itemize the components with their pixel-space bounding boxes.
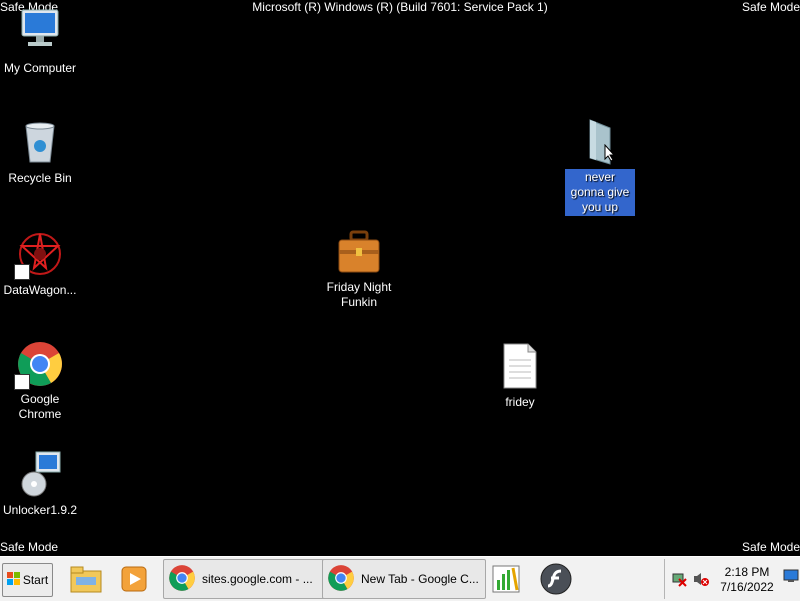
safe-mode-bottom-right: Safe Mode xyxy=(741,540,800,554)
briefcase-icon xyxy=(335,228,383,276)
media-player-taskbar-icon[interactable] xyxy=(116,561,152,597)
desktop-icon-datawagon[interactable]: DataWagon... xyxy=(0,230,80,299)
desktop-icon-friday-night-funkin[interactable]: Friday Night Funkin xyxy=(319,228,399,311)
desktop-icon-never-gonna-folder[interactable]: never gonna give you up xyxy=(560,118,640,216)
explorer-taskbar-icon[interactable] xyxy=(68,561,104,597)
safe-mode-top-right: Safe Mode xyxy=(741,0,800,14)
folder-icon xyxy=(576,118,624,166)
desktop-icon-google-chrome[interactable]: Google Chrome xyxy=(0,340,80,423)
shortcut-arrow-icon xyxy=(14,374,30,390)
safe-mode-bottom-left: Safe Mode xyxy=(0,540,59,554)
desktop-icon-my-computer[interactable]: My Computer xyxy=(0,8,80,77)
start-button[interactable]: Start xyxy=(2,563,53,597)
clock[interactable]: 2:18 PM 7/16/2022 xyxy=(717,565,777,595)
desktop-icon-label: Recycle Bin xyxy=(8,171,72,185)
taskbar-task-new-tab[interactable]: New Tab - Google C... xyxy=(322,559,486,599)
show-desktop-icon[interactable] xyxy=(783,569,799,588)
desktop-icon-recycle-bin[interactable]: Recycle Bin xyxy=(0,118,80,187)
desktop-icon-label: Friday Night Funkin xyxy=(326,280,392,309)
desktop-icon-fridey[interactable]: fridey xyxy=(480,342,560,411)
flash-taskbar-icon[interactable] xyxy=(538,561,574,597)
desktop-icon-label: never gonna give you up xyxy=(565,169,635,216)
clock-time: 2:18 PM xyxy=(724,565,770,579)
desktop-icon-unlocker[interactable]: Unlocker1.9.2 xyxy=(0,450,80,519)
chrome-icon xyxy=(14,340,64,390)
chrome-icon xyxy=(327,564,355,595)
datawagon-icon xyxy=(14,230,64,280)
clock-date: 7/16/2022 xyxy=(720,580,774,594)
desktop-icon-label: DataWagon... xyxy=(3,283,77,297)
system-tray: 2:18 PM 7/16/2022 xyxy=(664,559,800,599)
taskbar: Start sites.google.com - ... New Tab - G… xyxy=(0,556,800,601)
task-label: New Tab - Google C... xyxy=(361,572,479,586)
taskbar-task-sites-google[interactable]: sites.google.com - ... xyxy=(163,559,325,599)
windows-logo-icon xyxy=(6,571,21,589)
chart-editor-taskbar-icon[interactable] xyxy=(488,561,524,597)
unlocker-icon xyxy=(16,450,64,498)
recycle-bin-icon xyxy=(16,118,64,166)
computer-icon xyxy=(16,8,64,56)
desktop-icon-label: fridey xyxy=(505,395,535,409)
mouse-cursor-icon xyxy=(604,143,616,167)
desktop-icon-label: Unlocker1.9.2 xyxy=(2,503,78,517)
shortcut-arrow-icon xyxy=(14,264,30,280)
text-file-icon xyxy=(496,342,544,390)
network-disconnected-icon[interactable] xyxy=(671,571,687,592)
volume-muted-icon[interactable] xyxy=(693,571,709,592)
task-label: sites.google.com - ... xyxy=(202,572,313,586)
start-label: Start xyxy=(22,573,49,587)
desktop-icon-label: Google Chrome xyxy=(18,392,62,421)
desktop-icon-label: My Computer xyxy=(3,61,77,75)
windows-build-text: Microsoft (R) Windows (R) (Build 7601: S… xyxy=(252,0,548,14)
chrome-icon xyxy=(168,564,196,595)
